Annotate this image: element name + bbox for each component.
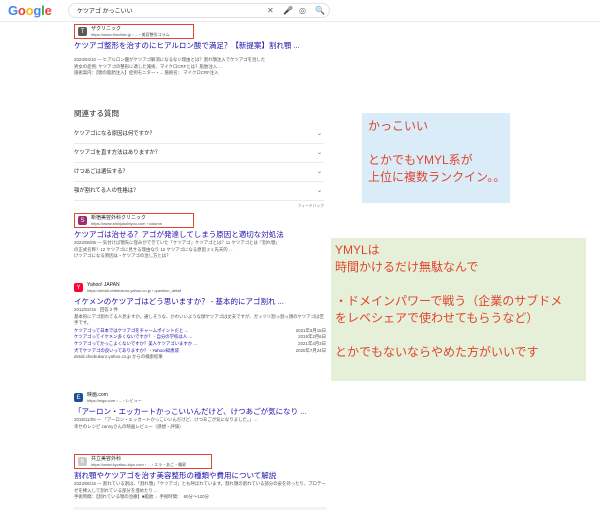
annotation-note-2: YMYLは 時間かけるだけ無駄なんで ・ドメインパワーで戦う（企業のサブドメ をレベ… xyxy=(331,238,586,381)
search-input[interactable]: ケツアゴ かっこいい xyxy=(77,6,133,15)
sub-result-row[interactable]: ケツアゴってイケメン多くないですか？ - 自分の学校は人 ... 2019年2月6… xyxy=(74,334,326,341)
result-snippet: 2023/06/05 — 気付けば顎先に窪みができていた「ケツアゴ」ケツアゴとは… xyxy=(74,240,280,245)
site-favicon-icon: K xyxy=(78,457,87,466)
related-question[interactable]: ケツアゴを直す方法はありますか？ ⌄ xyxy=(74,144,324,163)
result-snippet: 2023/04/10 — ヒアルロン酸がケツアゴ解消になるない理由とは？割れ顎注… xyxy=(74,57,266,62)
result-source[interactable]: E 映画.com https://eiga.com › ... › レビュー xyxy=(74,390,326,405)
result-eiga: E 映画.com https://eiga.com › ... › レビュー 「… xyxy=(74,390,326,430)
site-favicon-icon: T xyxy=(78,27,87,36)
chevron-down-icon: ⌄ xyxy=(316,150,322,156)
site-url: https://eiga.com › ... › レビュー xyxy=(87,398,142,403)
horizontal-scrollbar[interactable] xyxy=(74,507,326,510)
site-url: https://www.shinjukubiyou.com › column xyxy=(91,221,162,226)
result-shinjuku: S 新宿美容外科クリニック https://www.shinjukubiyou.… xyxy=(74,213,326,260)
result-yahoo: Y Yahoo! JAPAN https://detail.chiebukuro… xyxy=(74,280,326,361)
google-logo[interactable]: Google xyxy=(8,3,52,18)
result-source[interactable]: K 共立美容外科 https://www.kyoritsu-biyo.com ›… xyxy=(74,454,212,469)
site-url: https://www.theclinic.jp › ... › 美容整形コラム xyxy=(91,32,170,37)
result-source[interactable]: T ザクリニック https://www.theclinic.jp › ... … xyxy=(74,24,194,39)
result-title-link[interactable]: ケツアゴは治せる？アゴが発達してしまう原因と適切な対処法 xyxy=(74,230,326,240)
result-title-link[interactable]: 割れ顎やケツアゴを治す美容整形の種類や費用について解説 xyxy=(74,471,326,481)
top-bar: Google ケツアゴ かっこいい ✕ 🎤 ◎ 🔍 xyxy=(0,0,600,22)
related-question[interactable]: 顎が割れてる人の性格は？ ⌄ xyxy=(74,182,324,201)
related-question[interactable]: けつあごは遺伝する？ ⌄ xyxy=(74,163,324,182)
result-theclinic: T ザクリニック https://www.theclinic.jp › ... … xyxy=(74,24,326,77)
site-favicon-icon: S xyxy=(78,216,87,225)
related-questions: 関連する質問 ケツアゴになる原因は何ですか？ ⌄ ケツアゴを直す方法はありますか？… xyxy=(74,108,324,209)
result-title-link[interactable]: イケメンのケツアゴはどう思いますか？ - 基本的にアゴ割れ ... xyxy=(74,297,326,307)
result-snippet: 基本的にアゴ割れてる人見ますか。通しそうな、かわいいような顔ケツアゴは丈夫ですが… xyxy=(74,313,324,326)
result-kyoritsu: K 共立美容外科 https://www.kyoritsu-biyo.com ›… xyxy=(74,454,326,501)
result-snippet: けツアゴになる原因は・ケツアゴの治し方とは？ xyxy=(74,253,171,259)
mic-icon[interactable]: 🎤 xyxy=(283,5,293,17)
result-snippet: 幸せのレシピ cannyさんの映画レビュー（感想・評価） xyxy=(74,423,184,429)
feedback-link[interactable]: フィードバック xyxy=(74,204,324,209)
more-results-link[interactable]: detail.chiebukuro.yahoo.co.jp からの検索結果 xyxy=(74,354,326,361)
result-snippet: 施術案内：【顎の脂肪注入】症例モニター・... 施術名： マイクロCRF注入 xyxy=(74,70,219,76)
lens-icon[interactable]: ◎ xyxy=(299,5,306,17)
related-heading: 関連する質問 xyxy=(74,109,119,118)
annotation-note-1: かっこいい とかでもYMYL系が 上位に複数ランクイン。。 xyxy=(362,113,510,203)
sub-result-row[interactable]: ケツアゴってかっこよくないですか？美人ケツアゴいますか ... 2021年4月3日 xyxy=(74,341,326,348)
related-question[interactable]: ケツアゴになる原因は何ですか？ ⌄ xyxy=(74,125,324,144)
result-snippet: 2019/11/05 — 「アーロン・エッカートかっこいいんだけど、けつあごが気… xyxy=(74,417,258,422)
search-icon[interactable]: 🔍 xyxy=(315,5,325,17)
result-snippet: 2023/06/15 — 割れている割は、「割れ顎」「ケツアゴ」とも呼ばれていま… xyxy=(74,481,326,493)
sub-results: ケツアゴって日本ではケツアゴをチャームポイントだと ... 2021年3月15日 … xyxy=(74,328,326,361)
result-title-link[interactable]: ケツアゴ整形を治すのにヒアルロン酸で満足？【新提案】割れ顎 ... xyxy=(74,41,326,51)
chevron-down-icon: ⌄ xyxy=(316,131,322,137)
result-source[interactable]: S 新宿美容外科クリニック https://www.shinjukubiyou.… xyxy=(74,213,194,228)
chevron-down-icon: ⌄ xyxy=(316,188,322,194)
yahoo-favicon-icon: Y xyxy=(74,283,83,292)
result-snippet: 2012/02/15 · 回答 2 件 xyxy=(74,307,118,312)
chevron-down-icon: ⌄ xyxy=(316,169,322,175)
search-box[interactable]: ケツアゴ かっこいい ✕ 🎤 ◎ 🔍 xyxy=(68,3,330,18)
site-url: https://www.kyoritsu-biyo.com › ... › エラ… xyxy=(91,462,187,467)
result-title-link[interactable]: 「アーロン・エッカートかっこいいんだけど、けつあごが気になり ... xyxy=(74,407,326,417)
site-url: https://detail.chiebukuro.yahoo.co.jp › … xyxy=(87,288,182,293)
clear-icon[interactable]: ✕ xyxy=(267,5,274,17)
result-snippet: 手術時間：【割れている顎の治療】■脂肪 ... 手術時間： 60分〜120分 xyxy=(74,494,209,500)
result-source[interactable]: Y Yahoo! JAPAN https://detail.chiebukuro… xyxy=(74,280,326,295)
site-favicon-icon: E xyxy=(74,393,83,402)
